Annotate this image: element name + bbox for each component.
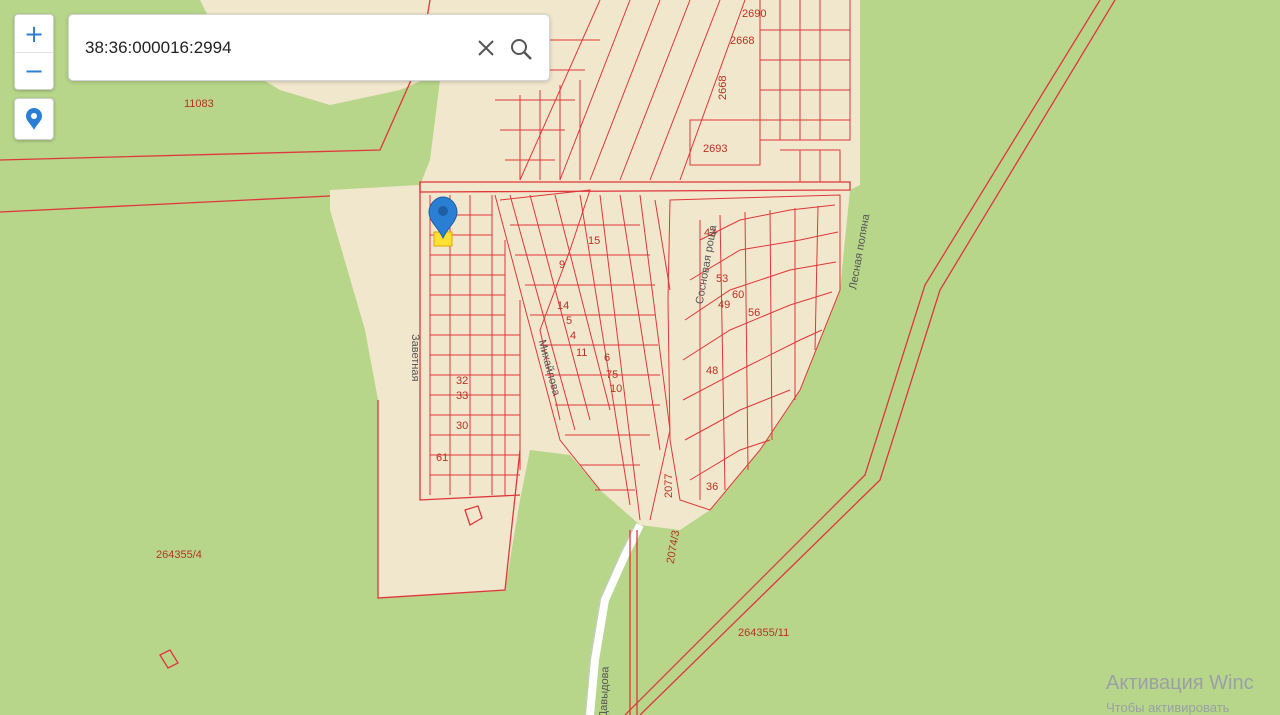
parcel-label: 11 <box>576 347 587 359</box>
search-icon[interactable] <box>509 37 533 61</box>
cadastral-map[interactable]: 2690 2668 2668 2693 11083 264355/4 26435… <box>0 0 1280 715</box>
parcel-label: 264355/4 <box>156 549 202 561</box>
parcel-label: 30 <box>456 420 468 432</box>
parcel-label: 14 <box>557 300 569 312</box>
parcel-label: 48 <box>706 365 718 377</box>
activation-watermark: Активация Winc <box>1106 672 1254 694</box>
parcel-label: 32 <box>456 375 468 387</box>
parcel-label: 36 <box>706 481 718 493</box>
parcel-label: 5 <box>566 315 572 327</box>
map-pin-icon <box>26 108 42 130</box>
zoom-out-button[interactable]: − <box>15 52 53 89</box>
parcel-label: 6 <box>604 352 610 364</box>
activation-watermark-sub: Чтобы активировать <box>1106 700 1230 715</box>
parcel-label: 4 <box>570 330 576 342</box>
parcel-label: 2668 <box>717 76 729 100</box>
parcel-label: 2077 <box>663 474 675 498</box>
parcel-label: 2693 <box>703 143 727 155</box>
parcel-label: 11083 <box>184 98 214 110</box>
parcel-label: 61 <box>436 452 448 464</box>
street-label: Давыдова <box>598 665 612 715</box>
parcel-label: 49 <box>718 299 730 311</box>
parcel-label: 10 <box>610 383 622 395</box>
parcel-label: 60 <box>732 289 744 301</box>
parcel-label: 9 <box>559 259 565 271</box>
parcel-label: 75 <box>606 369 618 381</box>
locate-button[interactable] <box>14 98 54 140</box>
search-box <box>68 14 550 81</box>
close-icon[interactable] <box>475 37 497 59</box>
search-input[interactable] <box>83 33 467 63</box>
zoom-in-button[interactable]: + <box>15 15 53 52</box>
street-label: Заветная <box>409 334 421 381</box>
zoom-control: + − <box>14 14 54 90</box>
parcel-label: 15 <box>588 235 600 247</box>
parcel-label: 56 <box>748 307 760 319</box>
parcel-label: 264355/11 <box>738 627 789 639</box>
parcel-label: 2690 <box>742 8 766 20</box>
parcel-label: 53 <box>716 273 728 285</box>
parcel-label: 2668 <box>730 35 754 47</box>
parcel-label: 33 <box>456 390 468 402</box>
